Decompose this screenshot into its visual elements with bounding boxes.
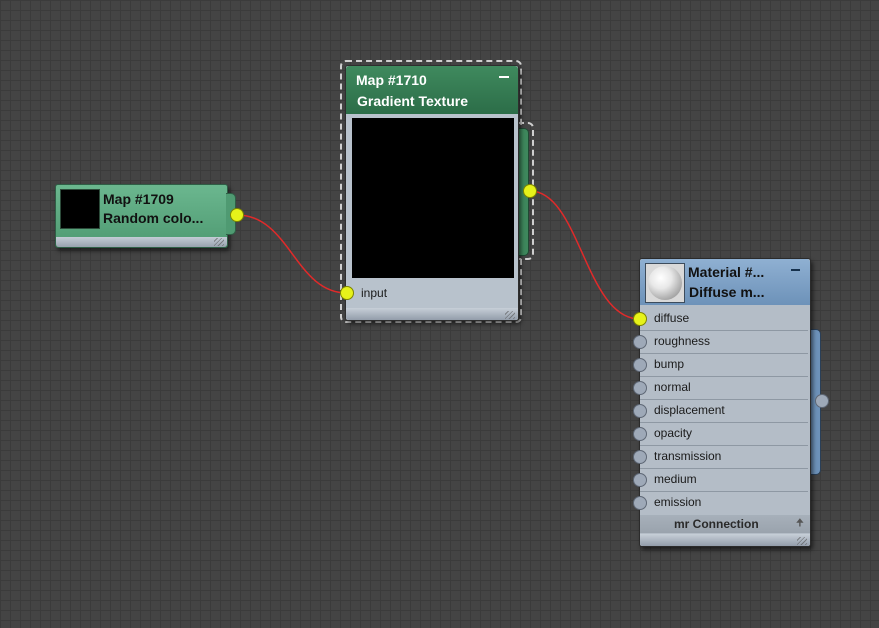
input-row: input bbox=[346, 282, 518, 304]
input-label: normal bbox=[654, 380, 691, 394]
material-input-socket-bump[interactable] bbox=[633, 358, 647, 372]
node-subtitle: Random colo... bbox=[103, 210, 204, 226]
input-row-medium: medium bbox=[640, 469, 808, 492]
mr-connection-label: mr Connection bbox=[674, 517, 759, 531]
node-title: Map #1709 bbox=[103, 191, 174, 207]
node-footer bbox=[640, 534, 810, 546]
minimize-icon[interactable] bbox=[499, 76, 509, 78]
material-preview-sphere bbox=[645, 263, 685, 303]
wire-1709-to-1710[interactable] bbox=[236, 214, 348, 294]
material-input-socket-opacity[interactable] bbox=[633, 427, 647, 441]
input-label: emission bbox=[654, 495, 702, 509]
input-label: displacement bbox=[654, 403, 725, 417]
material-node[interactable]: Material #... Diffuse m... diffuse rough… bbox=[639, 258, 811, 547]
map-1710-input-socket[interactable] bbox=[340, 286, 354, 300]
input-row-diffuse: diffuse bbox=[640, 308, 808, 331]
node-title: Map #1710 bbox=[356, 72, 427, 88]
material-input-socket-emission[interactable] bbox=[633, 496, 647, 510]
resize-grip-icon[interactable] bbox=[214, 238, 224, 246]
node-title: Material #... bbox=[688, 264, 765, 280]
material-input-socket-displacement[interactable] bbox=[633, 404, 647, 418]
material-input-socket-medium[interactable] bbox=[633, 473, 647, 487]
map-1709-output-socket[interactable] bbox=[230, 208, 244, 222]
input-label: bump bbox=[654, 357, 685, 371]
map-1710-output-socket[interactable] bbox=[523, 184, 537, 198]
node-footer bbox=[346, 308, 518, 320]
input-row-displacement: displacement bbox=[640, 400, 808, 423]
input-label: roughness bbox=[654, 334, 711, 348]
map-1710-node[interactable]: Map #1710 Gradient Texture input bbox=[345, 65, 519, 321]
node-header[interactable]: Material #... Diffuse m... bbox=[640, 259, 810, 305]
input-row-emission: emission bbox=[640, 492, 808, 514]
node-footer bbox=[56, 237, 227, 247]
material-input-socket-transmission[interactable] bbox=[633, 450, 647, 464]
wire-1710-to-material[interactable] bbox=[529, 190, 641, 320]
input-row-bump: bump bbox=[640, 354, 808, 377]
input-label: diffuse bbox=[654, 311, 690, 325]
input-label: medium bbox=[654, 472, 697, 486]
map-1709-node[interactable]: Map #1709 Random colo... bbox=[55, 184, 236, 248]
input-label: opacity bbox=[654, 426, 693, 440]
material-input-socket-diffuse[interactable] bbox=[633, 312, 647, 326]
node-subtitle: Diffuse m... bbox=[689, 284, 765, 300]
input-row-transmission: transmission bbox=[640, 446, 808, 469]
resize-grip-icon[interactable] bbox=[797, 537, 807, 545]
input-row-opacity: opacity bbox=[640, 423, 808, 446]
map-thumbnail bbox=[60, 189, 100, 229]
texture-preview bbox=[352, 118, 514, 278]
input-label: input bbox=[361, 286, 388, 300]
material-input-socket-normal[interactable] bbox=[633, 381, 647, 395]
minimize-icon[interactable] bbox=[791, 269, 800, 271]
node-subtitle: Gradient Texture bbox=[357, 93, 468, 109]
material-input-socket-roughness[interactable] bbox=[633, 335, 647, 349]
input-label: transmission bbox=[654, 449, 722, 463]
material-output-socket[interactable] bbox=[815, 394, 829, 408]
input-row-roughness: roughness bbox=[640, 331, 808, 354]
node-header[interactable]: Map #1710 Gradient Texture bbox=[346, 66, 518, 114]
mr-connection-rollout[interactable]: mr Connection 🠉 bbox=[640, 515, 810, 533]
expand-arrow-icon[interactable]: 🠉 bbox=[796, 516, 804, 533]
resize-grip-icon[interactable] bbox=[505, 311, 515, 319]
input-row-normal: normal bbox=[640, 377, 808, 400]
